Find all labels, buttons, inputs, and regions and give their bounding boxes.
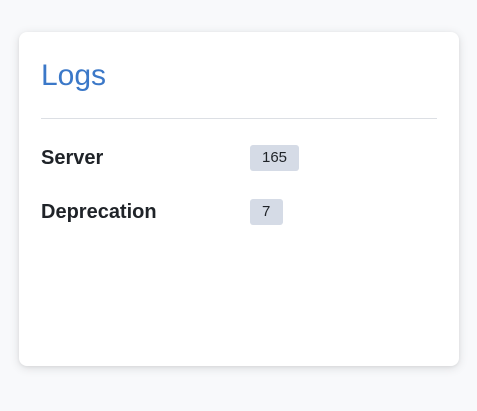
count-badge: 7 [250, 199, 284, 225]
card-title: Logs [41, 59, 107, 92]
title-divider [41, 118, 437, 119]
log-row-server: Server 165 [41, 144, 437, 172]
logs-card: Logs Server 165 Deprecation 7 [19, 32, 459, 366]
count-badge: 165 [250, 145, 300, 171]
log-row-label: Deprecation [41, 200, 157, 223]
log-row-deprecation: Deprecation 7 [41, 198, 437, 226]
log-row-label: Server [41, 146, 104, 169]
